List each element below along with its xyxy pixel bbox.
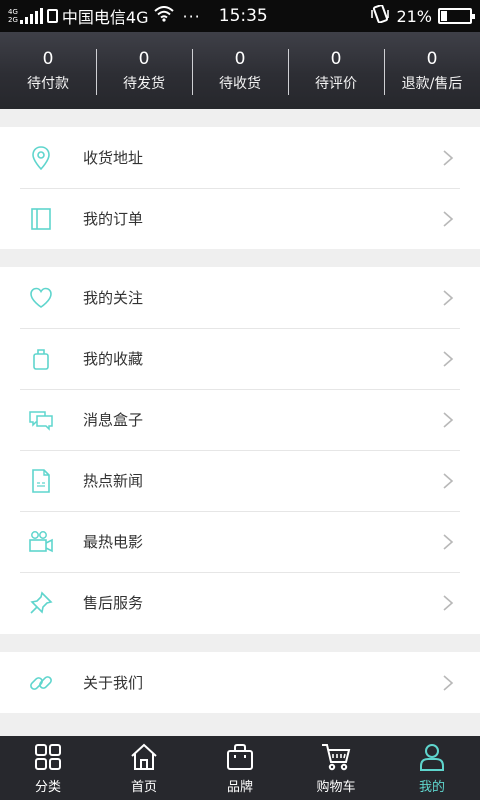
vibrate-icon [370, 4, 390, 27]
news-document-icon [28, 468, 54, 494]
network-2g-label: 2G [8, 16, 18, 24]
stat-label: 退款/售后 [401, 76, 463, 92]
more-notifications-icon: ··· [182, 6, 201, 26]
link-icon [28, 670, 54, 696]
menu-item-my-orders[interactable]: 我的订单 [0, 188, 480, 249]
battery-percent: 21% [396, 6, 432, 26]
tab-label: 我的 [418, 779, 445, 795]
chevron-right-icon [442, 149, 454, 167]
chevron-right-icon [442, 289, 454, 307]
menu-item-favorites[interactable]: 我的收藏 [0, 328, 480, 389]
chevron-right-icon [442, 210, 454, 228]
stat-pending-payment[interactable]: 0 待付款 [0, 32, 96, 109]
chevron-right-icon [442, 411, 454, 429]
stat-count: 0 [138, 49, 150, 69]
menu-item-about-us[interactable]: 关于我们 [0, 652, 480, 713]
stat-label: 待评价 [315, 76, 357, 92]
chevron-right-icon [442, 674, 454, 692]
bag-icon [28, 346, 54, 372]
signal-icon [19, 8, 43, 24]
menu-item-hot-news[interactable]: 热点新闻 [0, 450, 480, 511]
heart-icon [28, 285, 54, 311]
menu-item-shipping-address[interactable]: 收货地址 [0, 127, 480, 188]
tab-home[interactable]: 首页 [96, 736, 192, 800]
pin-icon [28, 590, 54, 616]
wifi-icon [154, 6, 175, 26]
stat-count: 0 [234, 49, 246, 69]
user-icon [417, 742, 447, 772]
menu-item-after-sales[interactable]: 售后服务 [0, 572, 480, 633]
tab-label: 首页 [130, 779, 157, 795]
menu-group-features: 我的关注 我的收藏 消息盒子 热点新闻 最热电影 售后服务 [0, 267, 480, 634]
menu-group-about: 关于我们 [0, 652, 480, 713]
home-icon [129, 742, 159, 772]
menu-item-label: 我的收藏 [83, 350, 144, 368]
chevron-right-icon [442, 350, 454, 368]
menu-group-orders: 收货地址 我的订单 [0, 127, 480, 249]
grid-icon [33, 742, 63, 772]
carrier-name: 中国电信4G [61, 8, 149, 27]
stat-label: 待付款 [27, 76, 69, 92]
cart-icon [321, 742, 351, 772]
chevron-right-icon [442, 594, 454, 612]
status-bar: 4G 2G 中国电信4G ··· 15:35 21% [0, 0, 480, 32]
order-status-bar: 0 待付款 0 待发货 0 待收货 0 待评价 0 退款/售后 [0, 32, 480, 109]
stat-label: 待收货 [219, 76, 261, 92]
stat-count: 0 [330, 49, 342, 69]
menu-item-label: 售后服务 [83, 594, 144, 612]
menu-item-message-box[interactable]: 消息盒子 [0, 389, 480, 450]
network-type: 4G 2G [8, 8, 18, 24]
tab-brand[interactable]: 品牌 [192, 736, 288, 800]
bottom-tab-bar: 分类 首页 品牌 购物车 我的 [0, 736, 480, 800]
sim-card-icon [46, 9, 58, 23]
stat-pending-shipment[interactable]: 0 待发货 [96, 32, 192, 109]
tab-label: 分类 [34, 779, 61, 795]
stat-refund-aftersale[interactable]: 0 退款/售后 [384, 32, 480, 109]
menu-item-label: 关于我们 [83, 674, 144, 692]
tab-mine[interactable]: 我的 [384, 736, 480, 800]
network-4g-label: 4G [8, 8, 18, 16]
tab-label: 购物车 [316, 779, 356, 795]
message-icon [28, 407, 54, 433]
stat-label: 待发货 [123, 76, 165, 92]
stat-count: 0 [42, 49, 54, 69]
location-pin-icon [28, 145, 54, 171]
chevron-right-icon [442, 533, 454, 551]
battery-icon [438, 8, 475, 24]
stat-count: 0 [426, 49, 438, 69]
order-book-icon [28, 206, 54, 232]
clock: 15:35 [218, 6, 268, 26]
menu-item-label: 热点新闻 [83, 472, 144, 490]
menu-item-label: 我的关注 [83, 289, 144, 307]
menu-item-label: 最热电影 [83, 533, 144, 551]
menu-item-hot-movies[interactable]: 最热电影 [0, 511, 480, 572]
menu-item-following[interactable]: 我的关注 [0, 267, 480, 328]
stat-pending-review[interactable]: 0 待评价 [288, 32, 384, 109]
movie-camera-icon [28, 529, 54, 555]
tab-label: 品牌 [226, 779, 253, 795]
menu-item-label: 消息盒子 [83, 411, 144, 429]
chevron-right-icon [442, 472, 454, 490]
stat-pending-receipt[interactable]: 0 待收货 [192, 32, 288, 109]
menu-item-label: 我的订单 [83, 210, 144, 228]
tab-category[interactable]: 分类 [0, 736, 96, 800]
tab-cart[interactable]: 购物车 [288, 736, 384, 800]
shopping-bag-icon [225, 742, 255, 772]
menu-item-label: 收货地址 [83, 149, 144, 167]
